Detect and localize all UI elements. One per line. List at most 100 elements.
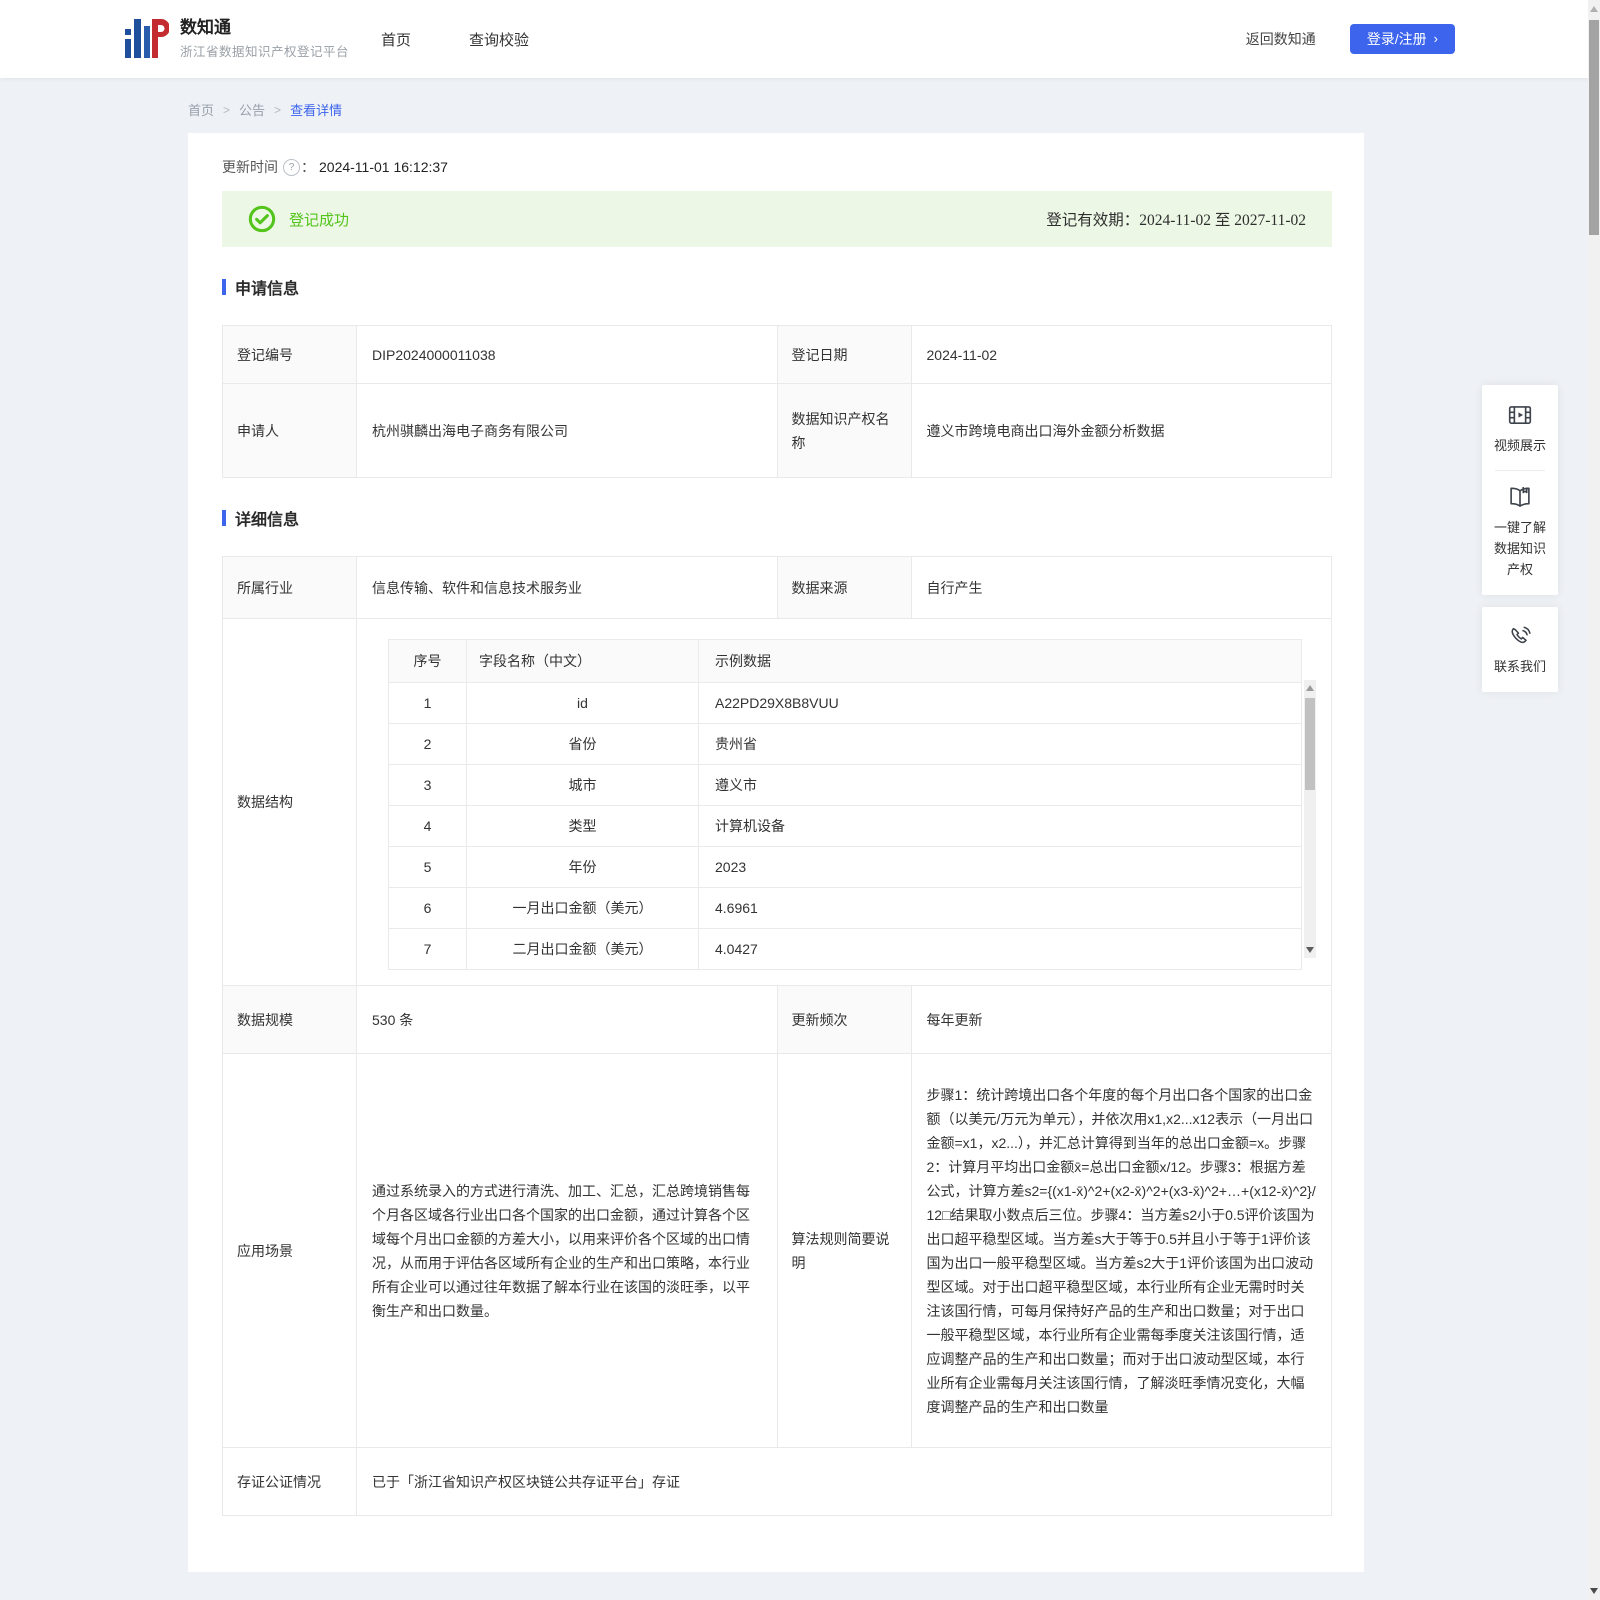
industry-label: 所属行业	[222, 556, 357, 619]
breadcrumb-separator: >	[223, 102, 231, 117]
nav-home[interactable]: 首页	[379, 23, 413, 56]
structure-table-cell: A22PD29X8B8VUU	[698, 682, 1302, 724]
video-demo-card[interactable]: 视频展示 一键了解数据知识产权	[1482, 385, 1558, 595]
update-time-label: 更新时间	[222, 159, 278, 175]
status-badge: 登记成功	[289, 211, 350, 229]
structure-table-cell: 4.0427	[698, 928, 1302, 970]
frequency-value: 每年更新	[910, 985, 1332, 1054]
reg-date-label: 登记日期	[776, 325, 912, 384]
video-demo-label: 视频展示	[1493, 438, 1546, 453]
scroll-down-icon[interactable]	[1306, 947, 1314, 953]
breadcrumb-home[interactable]: 首页	[188, 100, 214, 119]
login-register-label: 登录/注册	[1366, 31, 1427, 47]
scenario-value: 通过系统录入的方式进行清洗、加工、汇总，汇总跨境销售每个月各区域各行业出口各个国…	[356, 1053, 778, 1448]
structure-table-row: 7 二月出口金额（美元） 4.0427	[388, 928, 1302, 970]
structure-value-cell: 序号 字段名称（中文） 示例数据 1 id A22PD29X8B8VUU 2 省份 贵州省…	[356, 618, 1332, 986]
structure-table-cell: 1	[388, 682, 467, 724]
update-time-value: 2024-11-01 16:12:37	[319, 159, 448, 175]
structure-table-cell: 6	[388, 887, 467, 929]
structure-table-scrollbar[interactable]	[1304, 680, 1316, 958]
scroll-up-icon[interactable]	[1590, 6, 1598, 12]
breadcrumb-current: 查看详情	[290, 103, 343, 118]
scrollbar-thumb[interactable]	[1305, 698, 1315, 790]
ip-name-label: 数据知识产权名称	[776, 383, 912, 478]
structure-table-cell: 遵义市	[698, 764, 1302, 806]
structure-table-cell: 城市	[466, 764, 699, 806]
page-scrollbar[interactable]	[1588, 0, 1600, 1600]
structure-table-cell: 2023	[698, 846, 1302, 888]
contact-us-card[interactable]: 联系我们	[1482, 607, 1558, 692]
reg-date-value: 2024-11-02	[910, 325, 1332, 384]
structure-label: 数据结构	[222, 618, 357, 986]
structure-table-cell: 5	[388, 846, 467, 888]
breadcrumb-announcement[interactable]: 公告	[239, 100, 265, 119]
table-row: 所属行业 信息传输、软件和信息技术服务业 数据来源 自行产生	[222, 556, 1332, 619]
structure-table-cell: 4	[388, 805, 467, 847]
update-time-row: 更新时间 ? ： 2024-11-01 16:12:37	[222, 157, 1332, 177]
validity-label: 登记有效期：	[1046, 212, 1140, 229]
update-time-colon: ：	[301, 159, 315, 175]
scroll-down-icon[interactable]	[1590, 1588, 1598, 1594]
structure-col-index: 序号	[388, 639, 467, 683]
validity-value: 2024-11-02 至 2027-11-02	[1139, 212, 1306, 229]
structure-table-row: 5 年份 2023	[388, 846, 1302, 888]
structure-table-cell: 省份	[466, 723, 699, 765]
table-row: 存证公证情况 已于「浙江省知识产权区块链公共存证平台」存证	[222, 1447, 1332, 1516]
scale-value: 530 条	[356, 985, 778, 1054]
scroll-up-icon[interactable]	[1306, 685, 1314, 691]
frequency-label: 更新频次	[776, 985, 912, 1054]
apply-info-section-title: 申请信息	[222, 275, 1332, 299]
structure-table-wrapper: 序号 字段名称（中文） 示例数据 1 id A22PD29X8B8VUU 2 省份 贵州省…	[372, 619, 1316, 985]
structure-table-cell: 计算机设备	[698, 805, 1302, 847]
floating-side-panel: 视频展示 一键了解数据知识产权 联系我们	[1482, 385, 1558, 692]
question-circle-icon[interactable]: ?	[283, 158, 300, 176]
structure-table-row: 6 一月出口金额（美元） 4.6961	[388, 887, 1302, 929]
table-row: 数据规模 530 条 更新频次 每年更新	[222, 985, 1332, 1054]
table-row: 登记编号 DIP2024000011038 登记日期 2024-11-02	[222, 325, 1332, 384]
structure-table-row: 3 城市 遵义市	[388, 764, 1302, 806]
applicant-label: 申请人	[222, 383, 357, 478]
check-circle-icon	[248, 205, 276, 233]
nav-query-verify[interactable]: 查询校验	[467, 23, 531, 56]
table-row: 申请人 杭州骐麟出海电子商务有限公司 数据知识产权名称 遵义市跨境电商出口海外金…	[222, 383, 1332, 478]
section-bar	[222, 279, 226, 295]
ip-name-value: 遵义市跨境电商出口海外金额分析数据	[910, 383, 1332, 478]
phone-icon	[1510, 626, 1531, 644]
breadcrumb-separator: >	[274, 102, 282, 117]
structure-header-row: 序号 字段名称（中文） 示例数据	[388, 639, 1302, 683]
structure-table-row: 4 类型 计算机设备	[388, 805, 1302, 847]
industry-value: 信息传输、软件和信息技术服务业	[356, 556, 778, 619]
structure-table-cell: 二月出口金额（美元）	[466, 928, 699, 970]
registration-success-banner: 登记成功 登记有效期：2024-11-02 至 2027-11-02	[222, 191, 1332, 247]
reg-no-label: 登记编号	[222, 325, 357, 384]
detail-card: 更新时间 ? ： 2024-11-01 16:12:37 登记成功 登记有效期：…	[188, 133, 1364, 1572]
algorithm-value: 步骤1：统计跨境出口各个年度的每个月出口各个国家的出口金额（以美元/万元为单元）…	[910, 1053, 1332, 1448]
structure-col-sample: 示例数据	[698, 639, 1302, 683]
structure-table-cell: 2	[388, 723, 467, 765]
book-icon	[1510, 487, 1530, 507]
logo-mark-icon	[125, 19, 169, 58]
algorithm-label: 算法规则简要说明	[776, 1053, 912, 1448]
logo-title: 数知通	[180, 17, 231, 37]
apply-info-table: 登记编号 DIP2024000011038 登记日期 2024-11-02 申请…	[222, 325, 1332, 478]
structure-table-row: 1 id A22PD29X8B8VUU	[388, 682, 1302, 724]
source-label: 数据来源	[776, 556, 912, 619]
logo[interactable]: 数知通 浙江省数据知识产权登记平台	[125, 16, 349, 62]
structure-table-cell: 类型	[466, 805, 699, 847]
reg-no-value: DIP2024000011038	[356, 325, 778, 384]
detail-info-section-title: 详细信息	[222, 506, 1332, 530]
table-row: 数据结构 序号 字段名称（中文） 示例数据 1 id A22PD29X8B8VUU 2…	[222, 618, 1332, 986]
breadcrumb: 首页 > 公告 > 查看详情	[188, 100, 1600, 119]
main-nav: 首页 查询校验	[379, 23, 531, 56]
back-to-shuzhitong-link[interactable]: 返回数知通	[1246, 29, 1316, 49]
video-icon	[1508, 406, 1532, 424]
scale-label: 数据规模	[222, 985, 357, 1054]
chevron-right-icon: ›	[1433, 30, 1438, 46]
scenario-label: 应用场景	[222, 1053, 357, 1448]
scrollbar-thumb[interactable]	[1589, 20, 1599, 235]
source-value: 自行产生	[910, 556, 1332, 619]
login-register-button[interactable]: 登录/注册 ›	[1349, 24, 1455, 54]
contact-us-label: 联系我们	[1493, 659, 1546, 674]
table-row: 应用场景 通过系统录入的方式进行清洗、加工、汇总，汇总跨境销售每个月各区域各行业…	[222, 1053, 1332, 1448]
structure-table-cell: 7	[388, 928, 467, 970]
